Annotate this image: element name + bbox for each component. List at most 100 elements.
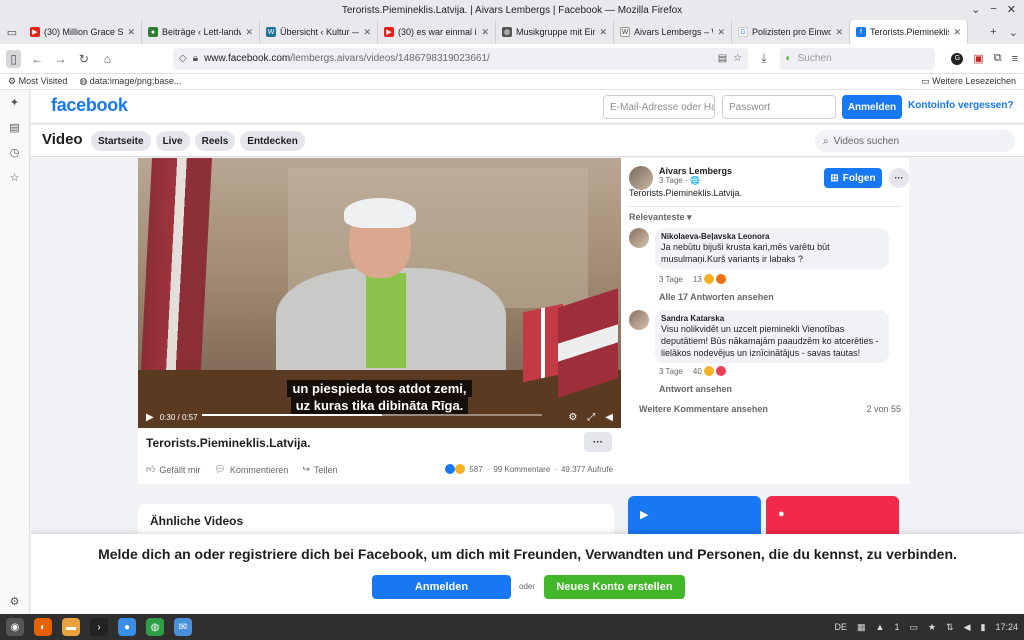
follow-button[interactable]: ⊞ Folgen	[824, 168, 882, 188]
gear-icon[interactable]: ⚙	[10, 595, 20, 608]
close-window-icon[interactable]: ✕	[1007, 3, 1016, 16]
tab-6[interactable]: GPolizisten pro Einwohn✕	[732, 20, 850, 44]
facebook-logo[interactable]: facebook	[51, 95, 128, 116]
reaction-count[interactable]: 587	[469, 465, 482, 474]
forward-icon[interactable]: →	[53, 50, 68, 68]
tab-close-icon[interactable]: ✕	[363, 27, 371, 38]
sidebar-toggle-icon[interactable]: ▯	[6, 49, 22, 68]
email-field[interactable]: E-Mail-Adresse oder Han	[603, 95, 715, 119]
history-icon[interactable]: ◷	[10, 146, 20, 159]
password-field[interactable]: Passwort	[722, 95, 836, 119]
files-icon[interactable]: ▬	[62, 618, 80, 636]
star-icon[interactable]: ★	[928, 622, 936, 633]
tab-3[interactable]: ▶(30) es war einmal in ar✕	[378, 20, 496, 44]
bookmark-other[interactable]: ▭ Weitere Lesezeichen	[921, 76, 1016, 87]
bookmarks-icon[interactable]: ☆	[10, 171, 20, 184]
shield-icon[interactable]: ◇	[179, 53, 187, 64]
post-more-button[interactable]: ···	[584, 432, 612, 452]
grid-icon[interactable]: ▦	[857, 622, 866, 633]
volume-icon[interactable]: ◀︎	[605, 412, 613, 423]
tab-close-icon[interactable]: ✕	[717, 27, 725, 38]
tab-entdecken[interactable]: Entdecken	[240, 131, 305, 151]
avatar[interactable]	[629, 228, 649, 248]
tab-0[interactable]: ▶(30) Million Grace Slick✕	[24, 20, 142, 44]
synced-tabs-icon[interactable]: ▤	[9, 121, 19, 134]
keyboard-layout[interactable]: DE	[834, 622, 847, 632]
drive-icon[interactable]: ▭	[909, 622, 918, 633]
tab-4[interactable]: ◍Musikgruppe mit Einflü✕	[496, 20, 614, 44]
tab-2[interactable]: WÜbersicht ‹ Kultur — W✕	[260, 20, 378, 44]
workspace-indicator[interactable]: 1	[894, 622, 899, 632]
commenter-name[interactable]: Sandra Katarska	[661, 314, 883, 323]
commenter-name[interactable]: Nikolaeva-Beļavska Leonora	[661, 232, 883, 241]
play-icon[interactable]: ▶	[146, 412, 154, 423]
view-replies-link[interactable]: Alle 17 Antworten ansehen	[659, 292, 774, 302]
comment-button[interactable]: 💬︎ Kommentieren	[214, 464, 288, 475]
author-more-button[interactable]: ···	[889, 168, 909, 188]
tab-1[interactable]: ●Beiträge ‹ Lett-landwei✕	[142, 20, 260, 44]
minimize-icon[interactable]: −	[990, 3, 996, 16]
avatar[interactable]	[629, 166, 653, 190]
volume-tray-icon[interactable]: ◀︎	[964, 622, 971, 633]
menu-icon[interactable]: ≡	[1012, 53, 1018, 65]
avatar[interactable]	[629, 310, 649, 330]
like-button[interactable]: 👍︎ Gefällt mir	[146, 464, 200, 475]
lock-icon[interactable]: 🔒︎	[193, 53, 198, 64]
battery-icon[interactable]: ▮	[981, 622, 986, 633]
tab-close-icon[interactable]: ✕	[127, 27, 135, 38]
author-name[interactable]: Aivars Lembergs	[659, 166, 732, 176]
ai-sparkle-icon[interactable]: ✦	[10, 96, 19, 109]
fullscreen-icon[interactable]: ⤢	[587, 412, 595, 423]
terminal-icon[interactable]: ›	[90, 618, 108, 636]
bookmark-star-icon[interactable]: ☆	[733, 53, 742, 64]
chevron-down-icon[interactable]: ⌄	[1009, 26, 1018, 39]
reload-icon[interactable]: ↻	[76, 50, 91, 68]
url-bar[interactable]: ◇ 🔒︎ www.facebook.com/lembergs.aivars/vi…	[173, 47, 749, 70]
view-reply-link[interactable]: Antwort ansehen	[659, 384, 732, 394]
tabs: ▶(30) Million Grace Slick✕ ●Beiträge ‹ L…	[24, 20, 984, 44]
tab-5[interactable]: WAivars Lembergs – Wiki✕	[614, 20, 732, 44]
login-button[interactable]: Anmelden	[842, 95, 902, 119]
search-bar[interactable]: ◐ Suchen	[779, 47, 936, 70]
tab-close-icon[interactable]: ✕	[953, 27, 961, 38]
firefox-icon[interactable]: ◐	[34, 618, 52, 636]
tab-close-icon[interactable]: ✕	[599, 27, 607, 38]
tab-7-active[interactable]: fTerorists.Piemineklis.L✕	[850, 20, 968, 44]
mail-icon[interactable]: ✉	[174, 618, 192, 636]
home-icon[interactable]: ⌂	[100, 50, 115, 68]
settings-icon[interactable]: ⚙	[568, 412, 577, 423]
new-tab-icon[interactable]: +	[990, 26, 996, 38]
back-icon[interactable]: ←	[29, 50, 44, 68]
tab-close-icon[interactable]: ✕	[835, 27, 843, 38]
account-icon[interactable]: G	[951, 52, 964, 65]
network-icon[interactable]: ⇅	[946, 622, 954, 633]
comment-sort-dropdown[interactable]: Relevanteste ▾	[629, 212, 692, 223]
puzzle-icon[interactable]: ⧉	[994, 52, 1002, 65]
video-search-input[interactable]: ⌕ Videos suchen	[815, 130, 1015, 152]
tab-reels[interactable]: Reels	[194, 131, 236, 151]
chat-icon[interactable]: ●	[118, 618, 136, 636]
tab-close-icon[interactable]: ✕	[245, 27, 253, 38]
tab-live[interactable]: Live	[155, 131, 190, 151]
tab-close-icon[interactable]: ✕	[481, 27, 489, 38]
bookmark-data-item[interactable]: ◍ data:image/png;base...	[79, 76, 181, 87]
comment-count[interactable]: 99 Kommentare	[493, 465, 550, 474]
video-player[interactable]: un piespieda tos atdot zemi, uz kuras ti…	[138, 158, 621, 428]
clock[interactable]: 17:24	[995, 622, 1018, 632]
download-icon[interactable]: ⤓	[756, 50, 771, 68]
bookmark-most-visited[interactable]: ⚙ Most Visited	[8, 76, 67, 87]
reader-icon[interactable]: ▤	[718, 53, 727, 64]
browser-icon[interactable]: ◍	[146, 618, 164, 636]
tab-startseite[interactable]: Startseite	[91, 131, 151, 151]
window-menu-icon[interactable]: ⌄	[971, 3, 980, 16]
tab-list-icon[interactable]: ▭	[0, 20, 24, 44]
forgot-account-link[interactable]: Kontoinfo vergessen?	[908, 100, 1014, 111]
mint-menu-icon[interactable]: ◉	[6, 618, 24, 636]
overlay-login-button[interactable]: Anmelden	[372, 575, 511, 599]
share-button[interactable]: ↪ Teilen	[302, 464, 337, 475]
create-account-button[interactable]: Neues Konto erstellen	[544, 575, 685, 599]
more-comments-link[interactable]: Weitere Kommentare ansehen	[639, 404, 768, 414]
update-icon[interactable]: ▲	[876, 622, 885, 632]
url-text[interactable]: www.facebook.com/lembergs.aivars/videos/…	[204, 53, 712, 64]
extension-icon[interactable]: ▣	[973, 52, 983, 65]
